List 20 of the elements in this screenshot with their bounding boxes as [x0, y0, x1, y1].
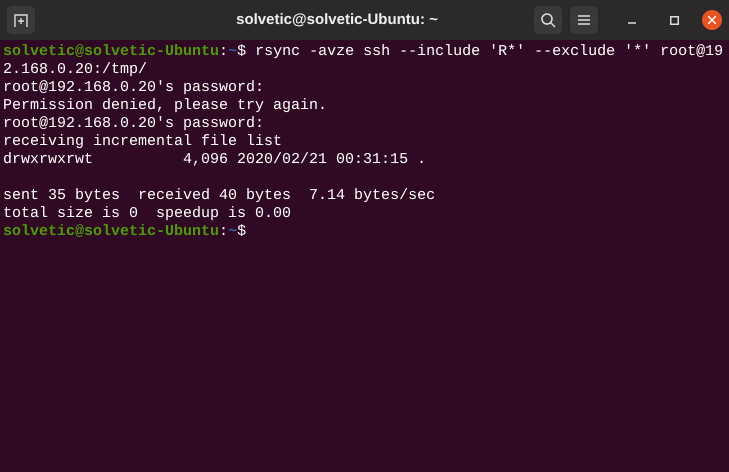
maximize-icon: [670, 16, 678, 24]
new-tab-icon: [13, 12, 29, 28]
terminal-line: sent 35 bytes received 40 bytes 7.14 bytes/sec: [3, 187, 436, 205]
new-tab-button[interactable]: [7, 6, 35, 34]
window-title: solvetic@solvetic-Ubuntu: ~: [236, 10, 438, 30]
terminal-line: solvetic@solvetic-Ubuntu:~$ rsync -avze ssh --include 'R*' --exclude '*' root@19: [3, 43, 724, 61]
terminal-line: drwxrwxrwt 4,096 2020/02/21 00:31:15 .: [3, 151, 428, 169]
terminal-line: receiving incremental file list: [3, 133, 284, 151]
close-button[interactable]: [702, 10, 722, 30]
terminal-line: Permission denied, please try again.: [3, 97, 328, 115]
menu-button[interactable]: [570, 6, 598, 34]
terminal-line: root@192.168.0.20's password:: [3, 79, 266, 97]
search-button[interactable]: [534, 6, 562, 34]
terminal-line: total size is 0 speedup is 0.00: [3, 205, 292, 223]
terminal-line: root@192.168.0.20's password:: [3, 115, 266, 133]
menu-icon: [578, 14, 590, 26]
terminal-line: 2.168.0.20:/tmp/: [3, 61, 148, 79]
close-icon: [708, 16, 716, 24]
search-icon: [540, 12, 556, 28]
terminal-line: solvetic@solvetic-Ubuntu:~$: [3, 223, 248, 241]
